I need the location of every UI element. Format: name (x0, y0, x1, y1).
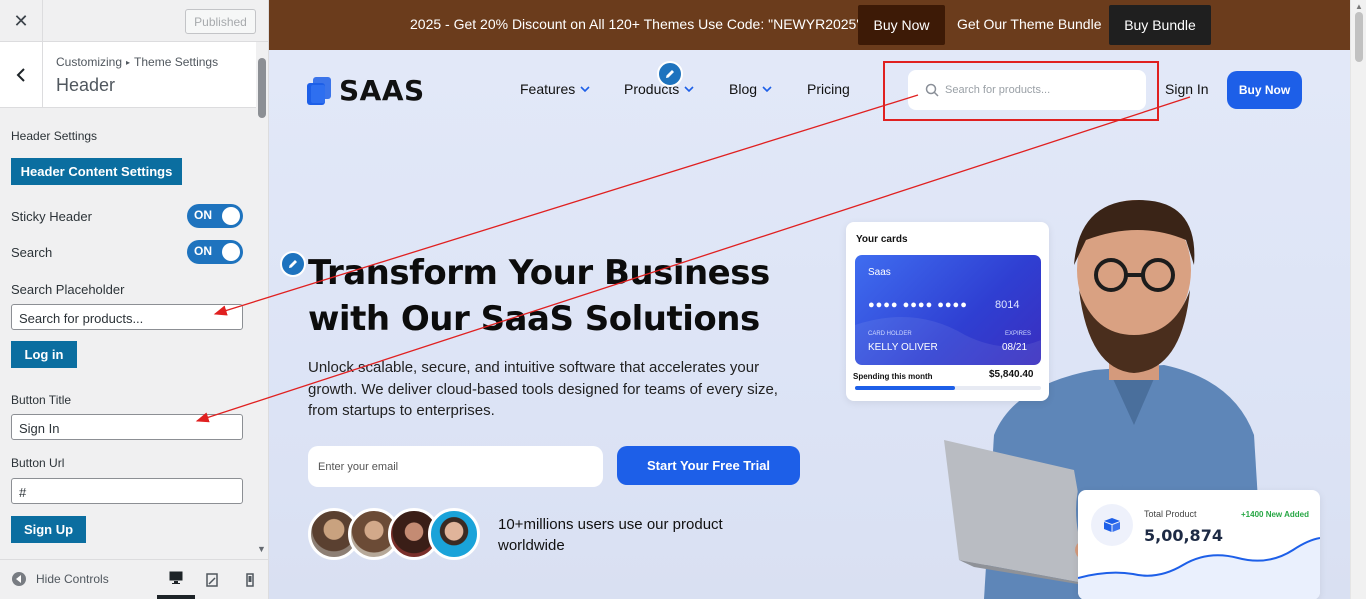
spending-value: $5,840.40 (989, 369, 1034, 380)
edit-shortcut-pencil-icon[interactable] (280, 251, 306, 277)
total-product-label: Total Product (1144, 509, 1197, 519)
toggle-knob (222, 243, 240, 261)
chevron-left-icon (16, 67, 25, 82)
nav-features[interactable]: Features (520, 81, 590, 97)
breadcrumb-parent: Theme Settings (134, 55, 219, 69)
close-icon[interactable]: ✕ (0, 0, 43, 42)
screen: ✕ Published Customizing ▸ Theme Settings H… (0, 0, 1366, 599)
group-label: Header Settings (11, 129, 98, 143)
nav-label: Pricing (807, 81, 850, 97)
logo-text: SAAS (339, 74, 425, 107)
promo-bar: 2025 - Get 20% Discount on All 120+ Them… (269, 0, 1350, 50)
free-trial-button[interactable]: Start Your Free Trial (617, 446, 800, 485)
hero-title-line: with Our SaaS Solutions (308, 299, 760, 339)
tablet-preview-icon[interactable] (193, 560, 231, 599)
card-holder-label: CARD HOLDER (868, 331, 912, 337)
customizer-topbar: ✕ Published (0, 0, 268, 42)
cards-widget: Your cards Saas ●●●● ●●●● ●●●● 8014 CARD… (846, 222, 1049, 401)
new-added-badge: +1400 New Added (1241, 510, 1309, 519)
card-expiry: 08/21 (1002, 342, 1028, 353)
promo-text: 2025 - Get 20% Discount on All 120+ Them… (410, 16, 862, 32)
collapse-icon (12, 572, 26, 586)
hero-title-line: Transform Your Business (308, 253, 770, 293)
header-content-settings-button[interactable]: Header Content Settings (11, 158, 182, 185)
customizer-sidebar: ✕ Published Customizing ▸ Theme Settings H… (0, 0, 269, 599)
search-placeholder-field[interactable]: Search for products... (11, 304, 243, 330)
card-masked-number: ●●●● ●●●● ●●●● (868, 299, 968, 311)
card-brand: Saas (868, 267, 891, 278)
card-last-digits: 8014 (995, 299, 1020, 311)
desktop-preview-icon[interactable] (157, 560, 195, 599)
trend-wave (1078, 537, 1320, 599)
button-url-field[interactable]: # (11, 478, 243, 504)
user-avatars (308, 508, 488, 562)
site-preview: 2025 - Get 20% Discount on All 120+ Them… (269, 0, 1350, 599)
back-button[interactable] (0, 42, 43, 107)
users-count-text: 10+millions users use our product worldw… (498, 516, 723, 554)
section-title: Header (56, 75, 116, 95)
edit-shortcut-pencil-icon[interactable] (657, 61, 683, 87)
toggle-state: ON (194, 208, 212, 222)
email-field[interactable]: Enter your email (308, 446, 603, 487)
spending-label: Spending this month (853, 372, 933, 381)
toggle-state: ON (194, 244, 212, 258)
chevron-down-icon (684, 86, 694, 92)
sticky-header-toggle[interactable]: ON (187, 204, 243, 228)
signup-button[interactable]: Sign Up (11, 516, 86, 543)
sidebar-scrollbar[interactable]: ▼ (256, 42, 268, 559)
hide-controls-button[interactable]: Hide Controls (12, 572, 109, 586)
nav-blog[interactable]: Blog (729, 81, 772, 97)
card-holder-name: KELLY OLIVER (868, 342, 938, 353)
search-icon (925, 83, 939, 97)
button-title-field[interactable]: Sign In (11, 414, 243, 440)
scrollbar-thumb[interactable] (258, 58, 266, 118)
spending-progress-fill (855, 386, 956, 390)
hero-description: Unlock scalable, secure, and intuitive s… (308, 359, 778, 419)
published-button[interactable]: Published (185, 9, 256, 34)
chevron-down-icon (762, 86, 772, 92)
scroll-up-icon[interactable]: ▲ (1355, 2, 1363, 11)
customizer-footer: Hide Controls (0, 559, 268, 599)
mobile-preview-icon[interactable] (231, 560, 269, 599)
breadcrumb: Customizing ▸ Theme Settings (56, 55, 218, 69)
hide-controls-label: Hide Controls (36, 572, 109, 586)
spending-progress (855, 386, 1041, 390)
total-product-widget: Total Product +1400 New Added 5,00,874 (1078, 490, 1320, 599)
logo-icon (307, 76, 331, 105)
scrollbar-thumb[interactable] (1355, 12, 1363, 62)
chevron-down-icon (580, 86, 590, 92)
nav-label: Blog (729, 81, 758, 97)
header-search-input[interactable]: Search for products... (908, 70, 1146, 110)
buy-now-button[interactable]: Buy Now (1227, 71, 1302, 109)
search-placeholder-text: Search for products... (945, 84, 1051, 96)
nav-pricing[interactable]: Pricing (807, 81, 850, 97)
page-scrollbar[interactable]: ▲ (1350, 0, 1366, 599)
hero-title: Transform Your Business with Our SaaS So… (308, 250, 828, 342)
site-logo[interactable]: SAAS (307, 74, 425, 107)
toggle-knob (222, 207, 240, 225)
section-header: Customizing ▸ Theme Settings Header (0, 42, 256, 108)
avatar (428, 508, 480, 560)
theme-bundle-link[interactable]: Get Our Theme Bundle (957, 16, 1101, 32)
breadcrumb-root: Customizing (56, 55, 123, 69)
login-button[interactable]: Log in (11, 341, 77, 368)
buy-bundle-button[interactable]: Buy Bundle (1109, 5, 1211, 45)
customizer-controls: Header Settings Header Content Settings … (0, 108, 256, 561)
button-title-label: Button Title (11, 393, 72, 407)
sticky-header-label: Sticky Header (11, 209, 92, 224)
scroll-down-icon[interactable]: ▼ (257, 544, 266, 554)
credit-card: Saas ●●●● ●●●● ●●●● 8014 CARD HOLDER KEL… (855, 255, 1041, 365)
search-toggle[interactable]: ON (187, 240, 243, 264)
promo-buy-now-button[interactable]: Buy Now (858, 5, 945, 45)
card-expiry-label: EXPIRES (1005, 331, 1032, 337)
search-label: Search (11, 245, 53, 260)
search-placeholder-label: Search Placeholder (11, 282, 125, 297)
sign-in-link[interactable]: Sign In (1165, 81, 1209, 97)
button-url-label: Button Url (11, 456, 65, 470)
breadcrumb-separator-icon: ▸ (126, 58, 131, 67)
nav-label: Features (520, 81, 576, 97)
nav-products[interactable]: Products (624, 81, 694, 97)
cards-widget-title: Your cards (856, 234, 908, 245)
